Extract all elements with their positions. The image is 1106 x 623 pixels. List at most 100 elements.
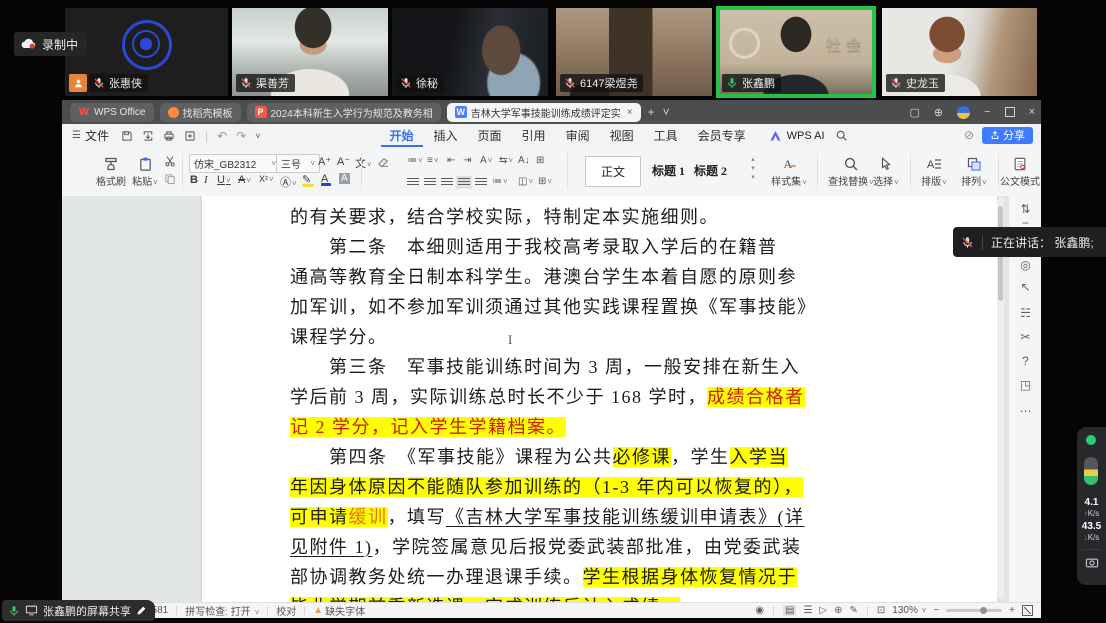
zoom-slider[interactable] <box>946 609 1002 612</box>
wps-tab[interactable]: W吉林大学军事技能训练成绩评定实× <box>447 103 641 122</box>
menu-item-开始[interactable]: 开始 <box>381 125 423 147</box>
globe-icon[interactable]: ⊕ <box>934 106 943 119</box>
participant-tile[interactable]: 张惠侠 <box>65 8 228 96</box>
qat-caret-icon[interactable]: ˅ <box>255 131 260 141</box>
superscript-icon[interactable]: X²˅ <box>259 174 274 184</box>
wps-tab[interactable]: 找稻壳模板 <box>160 103 241 122</box>
increase-font-icon[interactable]: A⁺ <box>318 155 331 168</box>
highlight-color-icon[interactable]: ✎ <box>302 173 314 187</box>
show-marks-icon[interactable]: ⊞ <box>536 155 544 166</box>
participant-tile[interactable]: 渠善芳 <box>232 8 388 96</box>
vertical-scrollbar[interactable] <box>997 198 1004 598</box>
navigate-icon[interactable]: ◎ <box>1009 258 1041 272</box>
arrange-button[interactable]: 排列˅ <box>956 152 992 188</box>
edit-mode-icon[interactable]: ✎ <box>850 605 858 616</box>
help-icon[interactable]: ? <box>1009 354 1041 368</box>
select-button[interactable]: 选择˅ <box>868 152 904 188</box>
text-tool-icon[interactable]: 文˅ <box>355 155 372 171</box>
align-center-icon[interactable] <box>424 178 436 187</box>
fullscreen-icon[interactable] <box>1022 605 1033 616</box>
strikethrough-icon[interactable]: A˅ <box>238 174 251 186</box>
eye-protect-icon[interactable]: ◉ <box>755 605 764 616</box>
spell-check-status[interactable]: 拼写检查: 打开 ˅ <box>185 603 259 618</box>
participant-tile[interactable]: 徐秘 <box>392 8 548 96</box>
search-icon[interactable] <box>835 129 848 142</box>
increase-indent-icon[interactable]: ⇥ <box>463 155 471 166</box>
menu-item-插入[interactable]: 插入 <box>425 125 467 146</box>
italic-button[interactable]: I <box>204 174 208 186</box>
scroll-arrows-icon[interactable]: ⇅ <box>1009 202 1041 216</box>
decrease-font-icon[interactable]: A⁻ <box>337 155 350 168</box>
wps-ai-button[interactable]: WPS AI <box>769 130 825 142</box>
bullet-list-icon[interactable]: ≔˅ <box>407 155 423 166</box>
style-heading2[interactable]: 标题 2 <box>694 156 727 185</box>
new-tab-button[interactable]: + <box>648 105 655 119</box>
zoom-out-button[interactable]: − <box>933 605 939 616</box>
align-distribute-icon[interactable] <box>475 178 487 187</box>
cut-icon[interactable] <box>164 155 176 167</box>
skin-icon[interactable]: ◳ <box>1009 378 1041 392</box>
wps-tab[interactable]: WWPS Office <box>70 103 154 122</box>
select-tool-icon[interactable]: ↖ <box>1009 280 1041 294</box>
paste-button[interactable]: 粘贴˅ <box>130 152 160 188</box>
underline-button[interactable]: U˅ <box>217 174 231 186</box>
menu-item-页面[interactable]: 页面 <box>469 125 511 146</box>
menu-item-审阅[interactable]: 审阅 <box>557 125 599 146</box>
read-mode-icon[interactable]: ▷ <box>819 605 827 616</box>
align-right-icon[interactable] <box>441 178 453 187</box>
style-scroll-arrows[interactable]: ▴▾▾ <box>748 155 758 182</box>
menu-item-引用[interactable]: 引用 <box>513 125 555 146</box>
align-left-icon[interactable] <box>407 178 419 187</box>
missing-font-label[interactable]: 缺失字体 <box>325 603 365 618</box>
style-heading1[interactable]: 标题 1 <box>652 156 685 185</box>
indent-swap-icon[interactable]: ⇆˅ <box>499 155 513 166</box>
menu-item-视图[interactable]: 视图 <box>601 125 643 146</box>
sort-icon[interactable]: A↓ <box>518 155 530 166</box>
clear-format-icon[interactable] <box>377 155 390 168</box>
redo-icon[interactable]: ↷ <box>236 129 246 143</box>
more-icon[interactable]: ⋯ <box>1009 404 1041 418</box>
document-page[interactable]: 的有关要求，结合学校实际，特制定本实施细则。 第二条 本细则适用于我校高考录取入… <box>202 196 997 602</box>
zoom-in-button[interactable]: + <box>1009 605 1015 616</box>
close-button[interactable]: × <box>1029 106 1035 118</box>
print-icon[interactable] <box>163 130 175 142</box>
web-view-icon[interactable]: ⊕ <box>834 605 842 616</box>
zoom-level[interactable]: 130% ˅ <box>892 605 926 616</box>
camera-icon[interactable] <box>1085 557 1099 569</box>
participant-tile[interactable]: 社会张鑫鹏 <box>718 8 874 96</box>
share-button[interactable]: 分享 <box>982 127 1033 144</box>
shading-icon[interactable]: ◫˅ <box>518 176 533 187</box>
bold-button[interactable]: B <box>190 174 198 186</box>
text-direction-icon[interactable]: A˅ <box>480 155 492 166</box>
copy-icon[interactable] <box>164 173 176 185</box>
typeset-button[interactable]: A 排版˅ <box>916 152 952 188</box>
export-icon[interactable] <box>142 130 154 142</box>
layout-mode-icon[interactable]: ▢ <box>910 106 920 119</box>
close-tab-icon[interactable]: × <box>627 107 633 118</box>
font-color-icon[interactable]: A <box>321 173 331 186</box>
tools-icon[interactable]: ✂ <box>1009 330 1041 344</box>
outline-view-icon[interactable]: ☰ <box>803 605 812 616</box>
file-menu[interactable]: ☰ 文件 <box>72 127 109 144</box>
menu-item-会员专享[interactable]: 会员专享 <box>689 125 755 146</box>
participant-tile[interactable]: 史龙玉 <box>882 8 1037 96</box>
style-normal[interactable]: 正文 <box>585 156 641 187</box>
account-avatar[interactable] <box>957 106 970 119</box>
numbered-list-icon[interactable]: ≡˅ <box>427 155 439 166</box>
page-view-icon[interactable]: ▤ <box>783 605 796 616</box>
format-painter-button[interactable]: 格式刷 <box>96 152 126 188</box>
line-spacing-icon[interactable]: ≔˅ <box>492 176 508 187</box>
minimize-button[interactable]: − <box>984 106 990 118</box>
align-justify-icon[interactable] <box>458 178 470 187</box>
preview-icon[interactable] <box>184 130 196 142</box>
save-icon[interactable] <box>121 130 133 142</box>
char-shading-icon[interactable]: A <box>339 173 350 184</box>
annotate-pencil-icon[interactable] <box>136 605 147 616</box>
undo-icon[interactable]: ↶ <box>217 129 227 143</box>
style-set-button[interactable]: A 样式集˅ <box>768 152 810 188</box>
restore-button[interactable] <box>1005 107 1015 117</box>
proofread-button[interactable]: 校对 <box>276 603 296 618</box>
participant-tile[interactable]: 6147梁煜尧 <box>556 8 712 96</box>
char-effects-icon[interactable]: Ⓐ˅ <box>280 174 297 190</box>
zoom-slider-thumb[interactable] <box>980 607 987 614</box>
